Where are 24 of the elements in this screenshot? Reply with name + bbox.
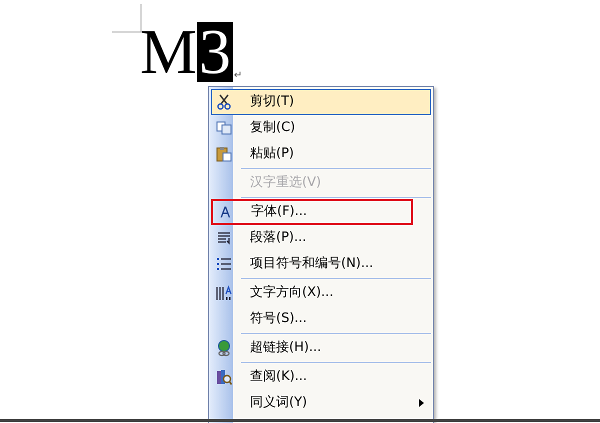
submenu-arrow-icon <box>419 399 424 407</box>
menu-item[interactable]: 粘贴(P) <box>211 141 431 167</box>
paragraph-mark: ↵ <box>234 71 242 81</box>
menu-item[interactable]: 复制(C) <box>211 115 431 141</box>
menu-item[interactable]: 查阅(K)... <box>211 364 431 390</box>
menu-item[interactable]: 同义词(Y) <box>211 390 431 416</box>
menu-item[interactable]: 符号(S)... <box>211 306 431 332</box>
menu-item[interactable]: 项目符号和编号(N)... <box>211 251 431 277</box>
margin-corner-mark <box>112 4 142 33</box>
document-text: M <box>140 22 197 82</box>
menu-item[interactable]: 段落(P)... <box>211 225 431 251</box>
scissors-icon <box>217 94 231 110</box>
copy-icon <box>216 121 232 135</box>
menu-item[interactable]: 字体(F)... <box>211 199 413 225</box>
paragraph-icon <box>217 231 231 245</box>
menu-item[interactable]: 剪切(T) <box>211 89 431 115</box>
menu-item[interactable]: 文字方向(X)... <box>211 280 431 306</box>
text-direction-icon <box>216 285 232 301</box>
clipboard-icon <box>216 146 232 162</box>
menu-item[interactable]: 超链接(H)... <box>211 335 431 361</box>
globe-link-icon <box>216 340 232 356</box>
book-magnifier-icon <box>216 369 232 385</box>
bullet-list-icon <box>217 257 231 271</box>
selected-text: 3 <box>196 22 233 82</box>
